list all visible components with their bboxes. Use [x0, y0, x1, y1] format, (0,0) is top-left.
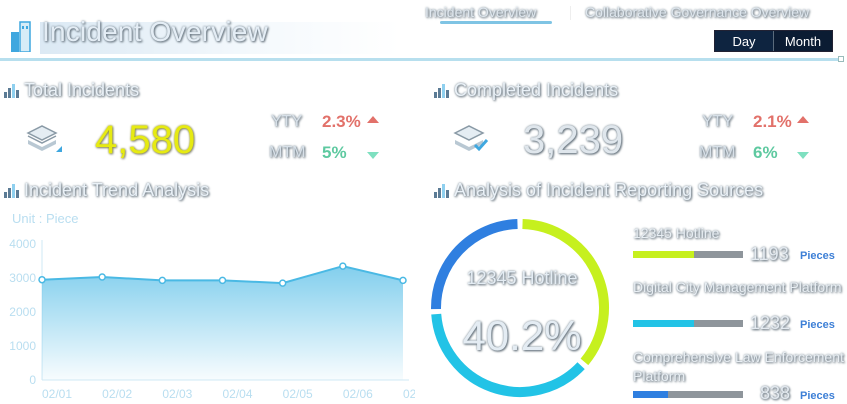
sources-section-title: Analysis of Incident Reporting Sources: [434, 180, 763, 201]
source-unit: Pieces: [800, 319, 835, 331]
trend-down-icon: [367, 152, 379, 159]
trend-point[interactable]: [218, 276, 227, 285]
completed-incidents-title: Completed Incidents: [454, 80, 619, 100]
completed-yty-label: YTY: [702, 113, 734, 130]
completed-incidents-section-title: Completed Incidents: [434, 80, 618, 101]
total-incidents-title: Total Incidents: [24, 80, 140, 100]
trend-point[interactable]: [38, 275, 46, 284]
source-bar-fill: [633, 251, 694, 258]
bar-chart-icon: [4, 83, 22, 98]
total-mtm-value: 5%: [322, 143, 347, 162]
total-incidents-section-title: Total Incidents: [4, 80, 139, 101]
trend-section-title: Incident Trend Analysis: [4, 180, 209, 201]
y-tick-label: 0: [29, 373, 36, 387]
source-donut-chart: [431, 219, 609, 397]
bar-chart-icon: [434, 183, 452, 198]
completed-mtm-label: MTM: [699, 144, 736, 161]
source-bar-law-enforcement: [633, 391, 743, 398]
layers-icon: [26, 125, 62, 152]
x-tick-label: 02/02: [102, 387, 132, 401]
trend-point[interactable]: [278, 279, 287, 287]
x-tick-label: 02/01: [42, 387, 72, 401]
source-bar-digital-city: [633, 320, 743, 327]
source-unit: Pieces: [800, 250, 835, 262]
x-tick-label: 02/03: [162, 387, 192, 401]
total-yty-value: 2.3%: [322, 112, 361, 131]
active-tab-indicator: [440, 21, 552, 24]
source-bar-fill: [633, 391, 669, 398]
tab-collaborative-governance-overview[interactable]: Collaborative Governance Overview: [585, 4, 809, 20]
bar-chart-icon: [4, 183, 22, 198]
x-tick-label: 02/06: [343, 387, 373, 401]
day-button[interactable]: Day: [715, 31, 774, 51]
source-name-hotline: 12345 Hotline: [633, 225, 720, 241]
sources-title: Analysis of Incident Reporting Sources: [454, 180, 764, 200]
building-logo-icon: [11, 21, 31, 52]
source-unit: Pieces: [800, 390, 835, 402]
source-count-digital-city: 1232: [750, 313, 791, 333]
trend-up-icon: [367, 116, 379, 123]
source-count-hotline: 1193: [750, 244, 789, 264]
tab-incident-overview[interactable]: Incident Overview: [425, 4, 536, 20]
trend-down-icon: [797, 152, 809, 159]
source-name-digital-city: Digital City Management Platform: [633, 279, 842, 295]
completed-incidents-value: 3,239: [523, 118, 624, 162]
donut-center-label: 12345 Hotline: [466, 268, 578, 288]
source-bar-fill: [633, 320, 694, 327]
trend-title: Incident Trend Analysis: [24, 180, 210, 200]
source-name-law-enforcement: Comprehensive Law Enforcement Platform: [633, 349, 844, 384]
tab-separator: [570, 6, 571, 20]
total-incidents-value: 4,580: [95, 118, 196, 162]
x-tick-label: 02/07: [403, 387, 415, 401]
trend-chart: 0 1000 2000 3000 4000 02/01 02/02 02/03 02/04 02/…: [9, 237, 415, 401]
completed-mtm-value: 6%: [753, 143, 778, 162]
y-tick-label: 2000: [9, 305, 36, 319]
total-yty-label: YTY: [271, 113, 303, 130]
bar-chart-icon: [434, 83, 452, 98]
total-mtm-label: MTM: [269, 144, 306, 161]
trend-point[interactable]: [399, 276, 407, 285]
x-tick-label: 02/04: [222, 387, 252, 401]
source-bar-hotline: [633, 251, 743, 258]
donut-slice[interactable]: [431, 219, 518, 310]
trend-point[interactable]: [98, 273, 106, 281]
layers-check-icon: [453, 125, 489, 152]
month-button[interactable]: Month: [774, 31, 832, 51]
y-tick-label: 4000: [9, 237, 36, 251]
period-toggle: Day Month: [714, 30, 833, 52]
trend-point[interactable]: [158, 276, 167, 285]
trend-up-icon: [797, 116, 809, 123]
trend-point[interactable]: [339, 262, 347, 270]
y-tick-label: 3000: [9, 271, 36, 285]
unit-label: Unit : Piece: [12, 211, 79, 226]
x-tick-label: 02/05: [283, 387, 313, 401]
header: Incident Overview Incident Overview Coll…: [0, 0, 847, 62]
donut-center-percent: 40.2%: [462, 312, 582, 359]
header-divider-end: [838, 56, 844, 62]
y-tick-label: 1000: [9, 339, 36, 353]
source-count-law-enforcement: 838: [760, 383, 791, 403]
page-title: Incident Overview: [42, 16, 268, 47]
completed-yty-value: 2.1%: [753, 112, 792, 131]
header-divider: [0, 58, 843, 61]
